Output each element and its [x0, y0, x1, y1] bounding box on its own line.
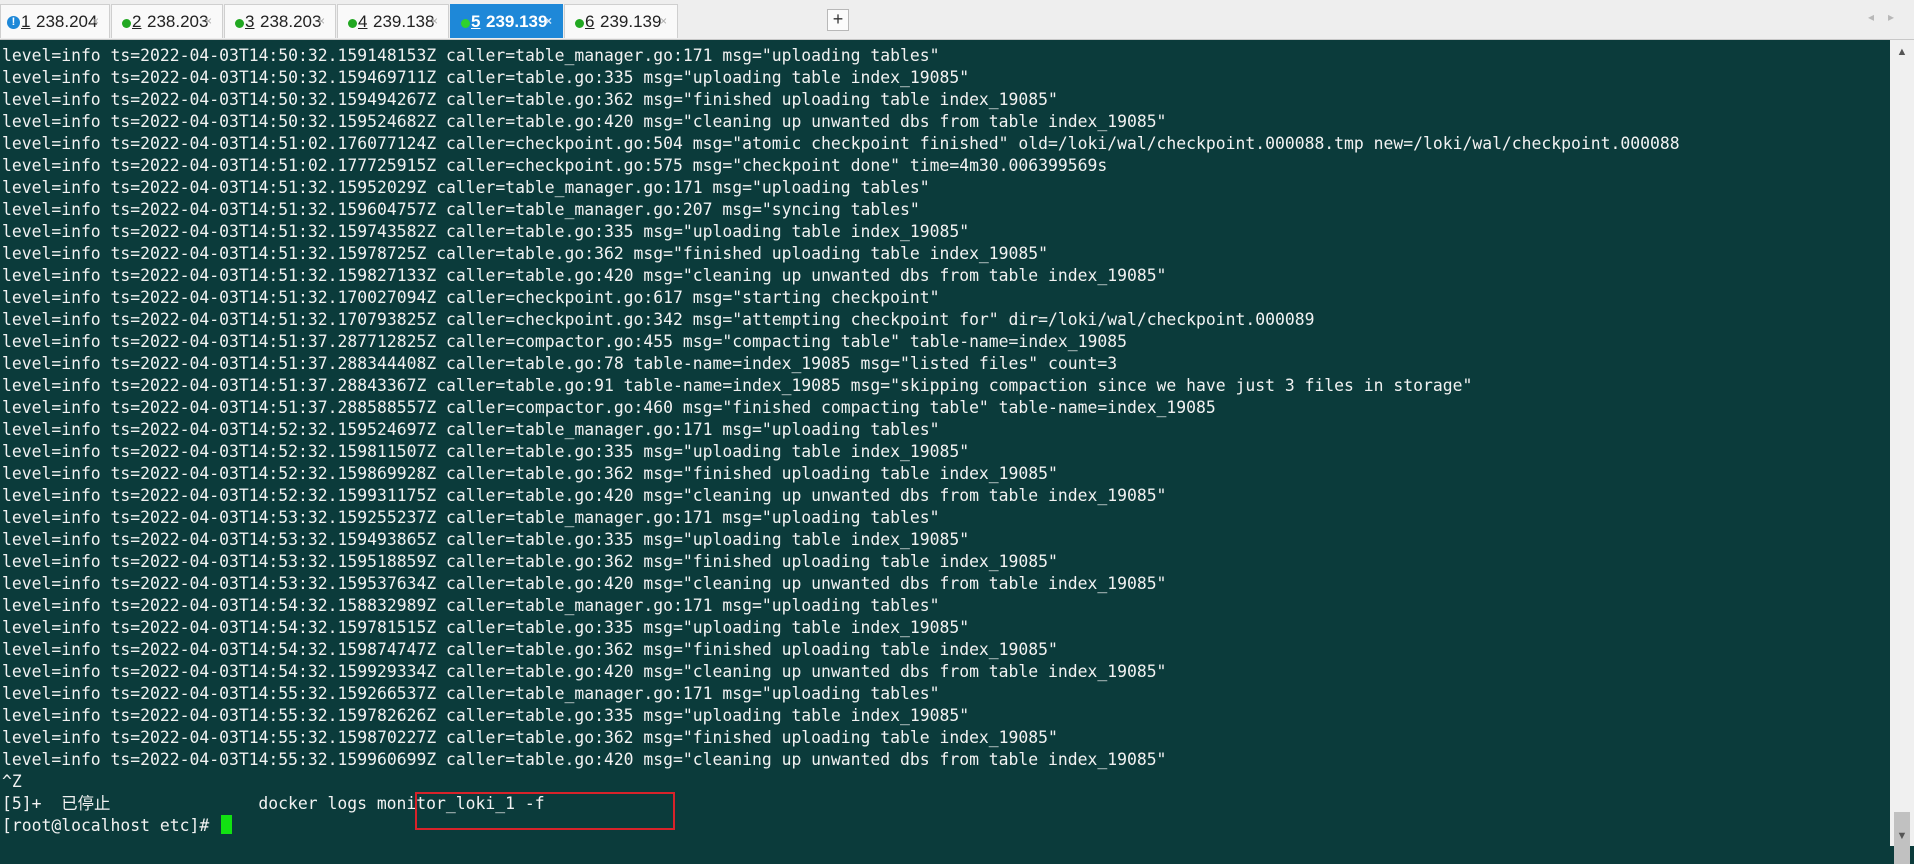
connection-status-icon [122, 19, 131, 28]
terminal-line: [5]+ 已停止 docker logs monitor_loki_1 -f [2, 794, 545, 813]
tab-number: 3 [245, 12, 255, 31]
tab-session-2[interactable]: 2 238.203 × [111, 4, 223, 38]
tab-number: 6 [585, 12, 595, 31]
terminal-line: level=info ts=2022-04-03T14:54:32.159929… [2, 662, 1167, 681]
tab-number: 2 [132, 12, 142, 31]
shell-prompt-line[interactable]: [root@localhost etc]# [2, 815, 1680, 837]
terminal-line: level=info ts=2022-04-03T14:51:37.288588… [2, 398, 1216, 417]
vertical-scrollbar[interactable]: ▲ ▼ [1890, 40, 1914, 864]
terminal-line: level=info ts=2022-04-03T14:53:32.159518… [2, 552, 1058, 571]
terminal-line: level=info ts=2022-04-03T14:55:32.159782… [2, 706, 970, 725]
terminal-line: level=info ts=2022-04-03T14:52:32.159524… [2, 420, 940, 439]
terminal-cursor [221, 815, 233, 834]
tab-host-label: 239.138 [373, 12, 435, 31]
terminal-line: level=info ts=2022-04-03T14:51:37.288344… [2, 354, 1118, 373]
tab-close-icon[interactable]: × [431, 5, 438, 37]
tab-host-label: 238.204 [36, 12, 98, 31]
terminal-line: level=info ts=2022-04-03T14:55:32.159266… [2, 684, 940, 703]
terminal-line: level=info ts=2022-04-03T14:52:32.159931… [2, 486, 1167, 505]
connection-status-icon [235, 19, 244, 28]
tab-number: 4 [358, 12, 368, 31]
tab-close-icon[interactable]: × [545, 5, 552, 37]
tab-scroll-right-icon[interactable]: ▸ [1888, 10, 1894, 24]
terminal-line: level=info ts=2022-04-03T14:51:02.177725… [2, 156, 1108, 175]
terminal-line: ^Z [2, 772, 22, 791]
terminal-line: level=info ts=2022-04-03T14:54:32.158832… [2, 596, 940, 615]
terminal-output[interactable]: level=info ts=2022-04-03T14:50:32.159148… [0, 40, 1890, 846]
terminal-line: level=info ts=2022-04-03T14:52:32.159811… [2, 442, 970, 461]
terminal-line: level=info ts=2022-04-03T14:51:37.287712… [2, 332, 1127, 351]
terminal-line: level=info ts=2022-04-03T14:51:32.159520… [2, 178, 930, 197]
tab-session-3[interactable]: 3 238.203 × [224, 4, 336, 38]
tab-number: 5 [471, 12, 481, 31]
shell-prompt: [root@localhost etc]# [2, 816, 220, 835]
tab-close-icon[interactable]: × [92, 5, 99, 37]
terminal-line: level=info ts=2022-04-03T14:53:32.159255… [2, 508, 940, 527]
terminal-text: level=info ts=2022-04-03T14:50:32.159148… [2, 45, 1680, 837]
tab-bar: ! 1 238.204 × 2 238.203 × 3 238.203 × 4 239.138 × 5 23… [0, 0, 1914, 40]
terminal-line: level=info ts=2022-04-03T14:52:32.159869… [2, 464, 1058, 483]
scroll-up-icon[interactable]: ▲ [1890, 42, 1914, 62]
tab-session-6[interactable]: 6 239.139 × [564, 4, 678, 38]
tab-host-label: 238.203 [147, 12, 209, 31]
terminal-line: level=info ts=2022-04-03T14:50:32.159524… [2, 112, 1167, 131]
tab-close-icon[interactable]: × [205, 5, 212, 37]
new-tab-button[interactable]: + [827, 9, 849, 31]
terminal-line: level=info ts=2022-04-03T14:54:32.159781… [2, 618, 970, 637]
tab-host-label: 238.203 [260, 12, 322, 31]
connection-status-icon [575, 19, 584, 28]
warning-icon: ! [7, 16, 20, 29]
terminal-line: level=info ts=2022-04-03T14:51:02.176077… [2, 134, 1680, 153]
terminal-line: level=info ts=2022-04-03T14:51:32.159827… [2, 266, 1167, 285]
terminal-line: level=info ts=2022-04-03T14:55:32.159960… [2, 750, 1167, 769]
tab-scroll-left-icon[interactable]: ◂ [1868, 10, 1874, 24]
tab-host-label: 239.139 [600, 12, 662, 31]
terminal-line: level=info ts=2022-04-03T14:53:32.159493… [2, 530, 970, 549]
scroll-down-icon[interactable]: ▼ [1890, 826, 1914, 846]
terminal-line: level=info ts=2022-04-03T14:51:32.159787… [2, 244, 1049, 263]
terminal-line: level=info ts=2022-04-03T14:50:32.159494… [2, 90, 1058, 109]
terminal-line: level=info ts=2022-04-03T14:51:32.170027… [2, 288, 940, 307]
terminal-line: level=info ts=2022-04-03T14:53:32.159537… [2, 574, 1167, 593]
terminal-line: level=info ts=2022-04-03T14:51:32.170793… [2, 310, 1315, 329]
connection-status-icon [348, 19, 357, 28]
terminal-line: level=info ts=2022-04-03T14:51:37.288433… [2, 376, 1473, 395]
tab-number: 1 [21, 12, 31, 31]
tab-session-5[interactable]: 5 239.139 × [450, 4, 563, 38]
highlight-annotation [415, 792, 675, 830]
tab-host-label: 239.139 [486, 12, 548, 31]
tab-session-1[interactable]: ! 1 238.204 × [0, 4, 110, 38]
tab-close-icon[interactable]: × [318, 5, 325, 37]
terminal-line: level=info ts=2022-04-03T14:50:32.159148… [2, 46, 940, 65]
tab-close-icon[interactable]: × [660, 5, 667, 37]
terminal-line: level=info ts=2022-04-03T14:50:32.159469… [2, 68, 970, 87]
connection-status-icon [461, 19, 470, 28]
terminal-line: level=info ts=2022-04-03T14:51:32.159743… [2, 222, 970, 241]
terminal-line: level=info ts=2022-04-03T14:55:32.159870… [2, 728, 1058, 747]
terminal-line: level=info ts=2022-04-03T14:51:32.159604… [2, 200, 920, 219]
terminal-line: level=info ts=2022-04-03T14:54:32.159874… [2, 640, 1058, 659]
tab-session-4[interactable]: 4 239.138 × [337, 4, 449, 38]
